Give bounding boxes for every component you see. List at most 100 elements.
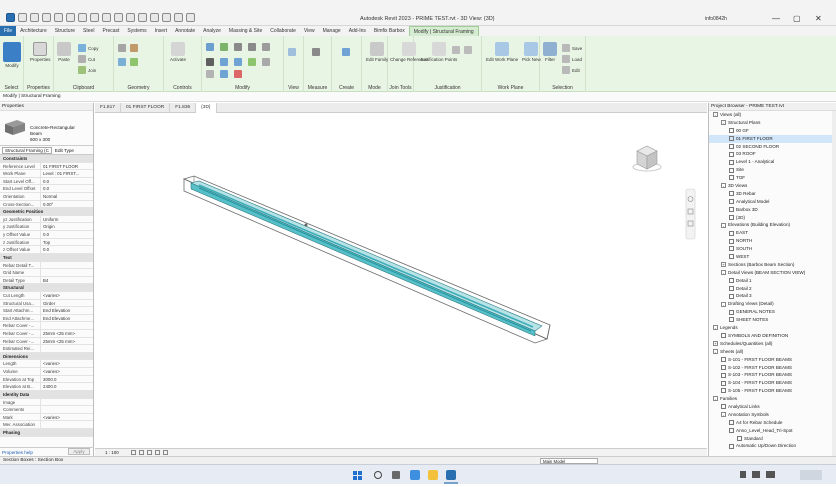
dimension-icon[interactable]: [102, 13, 111, 22]
copy-button[interactable]: Copy: [78, 44, 99, 52]
browser-node[interactable]: - Sheets (all): [709, 348, 836, 356]
collapse-icon[interactable]: -: [721, 183, 726, 189]
browser-node[interactable]: SYMBOLS AND DEFINITION: [709, 332, 836, 340]
clock-icon[interactable]: [800, 470, 822, 480]
expand-icon[interactable]: +: [721, 262, 726, 268]
minimize-button[interactable]: —: [772, 14, 780, 23]
wifi-icon[interactable]: [740, 471, 746, 478]
text-icon[interactable]: [126, 13, 135, 22]
browser-node[interactable]: 02 SECOND FLOOR: [709, 143, 836, 151]
close-button[interactable]: ✕: [815, 14, 822, 23]
pin-button[interactable]: [220, 70, 228, 78]
collapse-icon[interactable]: -: [713, 325, 718, 331]
split-button[interactable]: [262, 43, 270, 51]
browser-node[interactable]: NORTH: [709, 237, 836, 245]
edit-selection-button[interactable]: Edit: [562, 66, 580, 74]
browser-node[interactable]: - Views (all): [709, 111, 836, 119]
detail-level-icon[interactable]: [131, 450, 136, 455]
property-value[interactable]: End Elevation: [41, 307, 93, 314]
property-value[interactable]: <varies>: [41, 368, 93, 375]
browser-node[interactable]: - Annotation Symbols: [709, 411, 836, 419]
tab-modify-structural-framing[interactable]: Modify | Structural Framing: [408, 26, 479, 36]
3d-view-canvas[interactable]: [95, 113, 707, 448]
activate-button[interactable]: Activate: [170, 42, 186, 62]
property-value[interactable]: End Elevation: [41, 315, 93, 322]
browser-node[interactable]: WEST: [709, 253, 836, 261]
sync-icon[interactable]: [42, 13, 51, 22]
z-justification-button[interactable]: [464, 46, 472, 54]
property-value[interactable]: [41, 262, 93, 269]
open-icon[interactable]: [18, 13, 27, 22]
property-group-header[interactable]: Structural: [0, 284, 93, 292]
view-tab[interactable]: F1.817: [95, 103, 121, 113]
array-button[interactable]: [206, 70, 214, 78]
browser-node[interactable]: Barbox 3D: [709, 206, 836, 214]
tab-systems[interactable]: Systems: [123, 26, 150, 36]
property-value[interactable]: Normal: [41, 193, 93, 200]
browser-node[interactable]: Anno_Level_Head_Tri-Spot: [709, 427, 836, 435]
property-value[interactable]: 0.0: [41, 185, 93, 192]
property-value[interactable]: 25mm <25 mm>: [41, 330, 93, 337]
y-justification-button[interactable]: [452, 46, 460, 54]
browser-node[interactable]: + Schedules/Quantities (all): [709, 340, 836, 348]
browser-node[interactable]: -3D Views: [709, 182, 836, 190]
browser-node[interactable]: 03 ROOF: [709, 150, 836, 158]
tab-manage[interactable]: Manage: [319, 26, 345, 36]
browser-node[interactable]: - Families: [709, 395, 836, 403]
file-explorer-icon[interactable]: [428, 470, 438, 480]
delete-button[interactable]: [234, 70, 242, 78]
browser-node[interactable]: S-105 - FIRST FLOOR BEAMS: [709, 387, 836, 395]
tab-collaborate[interactable]: Collaborate: [266, 26, 300, 36]
property-value[interactable]: [41, 421, 93, 428]
tab-analyze[interactable]: Analyze: [199, 26, 225, 36]
align-button[interactable]: [206, 43, 214, 51]
save-icon[interactable]: [30, 13, 39, 22]
switch-windows-icon[interactable]: [186, 13, 195, 22]
view-tab[interactable]: {3D}: [196, 103, 217, 113]
property-value[interactable]: [41, 406, 93, 413]
collapse-icon[interactable]: -: [713, 349, 718, 354]
browser-node[interactable]: + Sections (Barbox Beam Section): [709, 261, 836, 269]
property-value[interactable]: Level : 01 FIRST...: [41, 170, 93, 177]
browser-node[interactable]: Standard: [709, 435, 836, 443]
property-value[interactable]: <varies>: [41, 292, 93, 299]
browser-node[interactable]: EAST: [709, 229, 836, 237]
type-selector[interactable]: Concrete-Rectangular Beam 600 x 300: [0, 111, 93, 146]
property-value[interactable]: Uniform: [41, 216, 93, 223]
collapse-icon[interactable]: -: [721, 270, 726, 276]
undo-icon[interactable]: [54, 13, 63, 22]
close-hidden-icon[interactable]: [174, 13, 183, 22]
browser-node[interactable]: TOF: [709, 174, 836, 182]
tab-massing-site[interactable]: Massing & Site: [225, 26, 266, 36]
task-view-icon[interactable]: [392, 471, 400, 479]
browser-node[interactable]: 01 FIRST FLOOR: [709, 134, 836, 143]
view-tab[interactable]: F1.836: [170, 103, 197, 113]
tab-file[interactable]: File: [0, 26, 17, 36]
browser-node[interactable]: SHEET NOTES: [709, 316, 836, 324]
collapse-icon[interactable]: -: [721, 301, 726, 307]
trim-button[interactable]: [248, 58, 256, 66]
property-group-header[interactable]: Phasing: [0, 428, 93, 437]
paste-button[interactable]: Paste: [57, 42, 71, 62]
property-value[interactable]: 01 FIRST FLOOR: [41, 163, 93, 170]
browser-node[interactable]: Site: [709, 166, 836, 174]
property-value[interactable]: 2400.0: [41, 383, 93, 390]
thin-lines-icon[interactable]: [162, 13, 171, 22]
browser-node[interactable]: S-103 - FIRST FLOOR BEAMS: [709, 371, 836, 379]
tab-precast[interactable]: Precast: [98, 26, 123, 36]
browser-node[interactable]: Level 1 - Analytical: [709, 158, 836, 166]
shadows-icon[interactable]: [155, 450, 160, 455]
revit-logo-icon[interactable]: [6, 13, 15, 22]
browser-node[interactable]: - Detail Views (BEAM SECTION VIEW): [709, 269, 836, 277]
browser-node[interactable]: S-102 - FIRST FLOOR BEAMS: [709, 364, 836, 372]
copy-element-button[interactable]: [220, 58, 228, 66]
property-value[interactable]: 25mm <25 mm>: [41, 338, 93, 345]
rotate-button[interactable]: [234, 58, 242, 66]
navigation-bar[interactable]: [685, 188, 696, 240]
collapse-icon[interactable]: -: [713, 396, 718, 402]
property-group-header[interactable]: Geometric Position: [0, 208, 93, 216]
property-value[interactable]: B4: [41, 277, 93, 284]
view-cube[interactable]: [632, 145, 662, 172]
property-value[interactable]: [41, 399, 93, 406]
visual-style-icon[interactable]: [139, 450, 144, 455]
